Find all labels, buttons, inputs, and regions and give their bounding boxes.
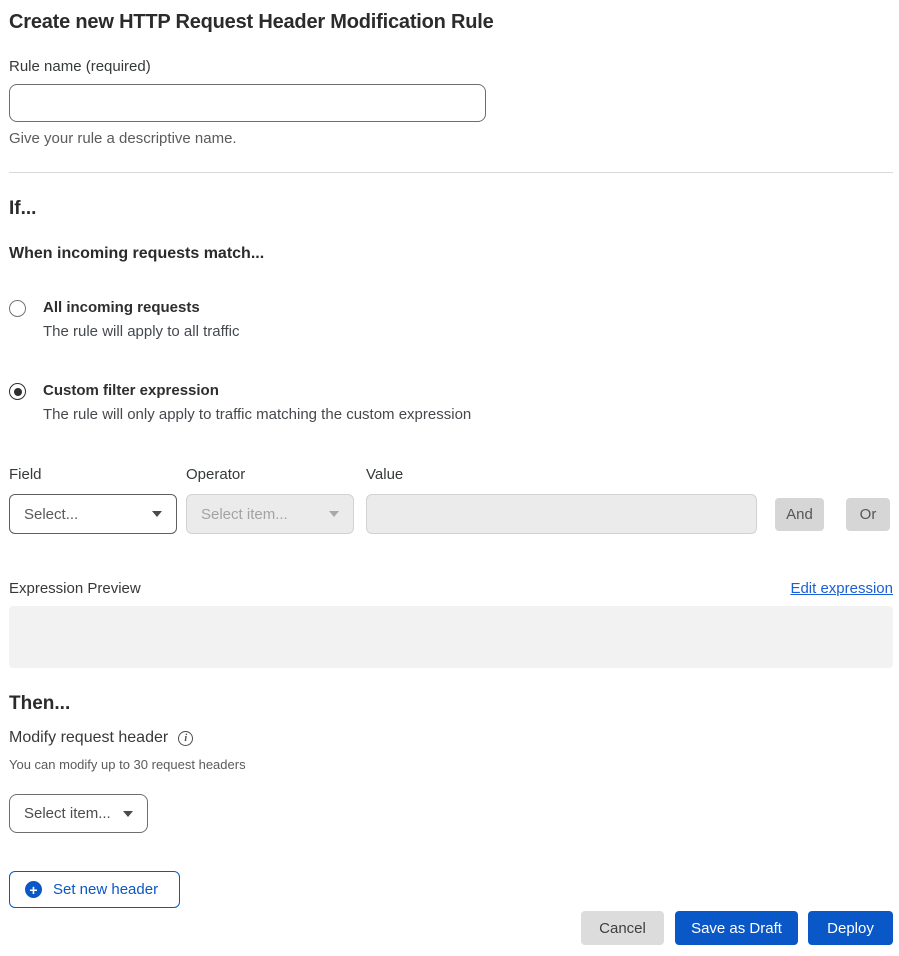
footer-actions: Cancel Save as Draft Deploy [9,911,893,945]
operator-select-value: Select item... [201,506,288,523]
rule-name-helper: Give your rule a descriptive name. [9,130,893,147]
or-button[interactable]: Or [846,498,890,531]
radio-option-custom-filter[interactable]: Custom filter expression The rule will o… [9,382,893,423]
radio-option-label: Custom filter expression [43,382,471,400]
modify-header-helper: You can modify up to 30 request headers [9,757,893,772]
plus-icon: + [25,881,42,898]
save-as-draft-button[interactable]: Save as Draft [675,911,798,945]
expression-builder-labels: Field Operator Value [9,466,893,483]
operator-select: Select item... [186,494,354,534]
header-action-select[interactable]: Select item... [9,794,148,833]
set-new-header-button[interactable]: + Set new header [9,871,180,908]
page-title: Create new HTTP Request Header Modificat… [9,10,893,34]
radio-selected-icon[interactable] [9,383,26,400]
radio-option-description: The rule will apply to all traffic [43,323,239,340]
chevron-down-icon [329,511,339,517]
expression-preview-box [9,606,893,668]
section-divider [9,172,893,173]
create-rule-form: Create new HTTP Request Header Modificat… [0,0,899,945]
radio-option-description: The rule will only apply to traffic matc… [43,406,471,423]
value-label: Value [366,466,403,483]
match-subheading: When incoming requests match... [9,245,893,263]
radio-unselected-icon[interactable] [9,300,26,317]
operator-label: Operator [186,466,366,483]
value-input [366,494,757,534]
rule-name-input[interactable] [9,84,486,122]
field-select[interactable]: Select... [9,494,177,534]
and-button[interactable]: And [775,498,824,531]
chevron-down-icon [152,511,162,517]
then-heading: Then... [9,693,893,715]
radio-option-all-incoming[interactable]: All incoming requests The rule will appl… [9,299,893,340]
set-new-header-label: Set new header [53,881,158,898]
modify-header-row: Modify request header i [9,729,893,747]
cancel-button[interactable]: Cancel [581,911,664,945]
radio-option-label: All incoming requests [43,299,239,317]
chevron-down-icon [123,811,133,817]
expression-preview-header: Expression Preview Edit expression [9,580,893,597]
info-icon[interactable]: i [178,731,193,746]
deploy-button[interactable]: Deploy [808,911,893,945]
field-label: Field [9,466,186,483]
header-action-select-value: Select item... [24,805,111,822]
if-heading: If... [9,198,893,220]
edit-expression-link[interactable]: Edit expression [790,580,893,597]
modify-request-header-label: Modify request header [9,729,168,747]
expression-builder-row: Select... Select item... And Or [9,494,893,534]
expression-preview-label: Expression Preview [9,580,141,597]
field-select-value: Select... [24,506,78,523]
rule-name-label: Rule name (required) [9,58,893,75]
